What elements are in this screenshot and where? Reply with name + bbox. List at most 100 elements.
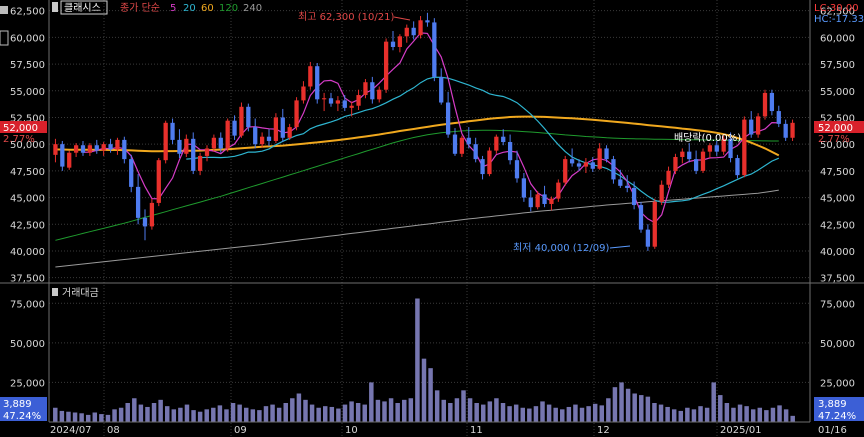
volume-bar [276, 407, 282, 422]
candle-body [218, 137, 223, 149]
volume-bar [112, 409, 117, 422]
volume-bar [362, 404, 367, 422]
volume-panel-title: 거래대금 [62, 287, 99, 299]
volume-bar [698, 406, 703, 422]
volume-bar [171, 409, 177, 422]
candle-body [142, 217, 148, 227]
candle-body [342, 100, 347, 108]
candle-body [321, 98, 327, 100]
price-tick-label-right: 60,000 [820, 33, 855, 44]
price-tick-label-right: 42,500 [820, 220, 855, 231]
volume-bar [441, 399, 446, 422]
volume-bar [619, 382, 624, 422]
candle-body [328, 98, 334, 104]
volume-bar [566, 406, 572, 422]
candle-body [335, 100, 341, 104]
candle-body [191, 138, 196, 171]
candle-body [184, 138, 189, 154]
volume-bar [237, 404, 242, 422]
volume-bar [586, 406, 591, 422]
volume-bar [349, 401, 354, 422]
candle-body [73, 145, 79, 153]
candle-body [459, 137, 465, 154]
volume-bar [461, 390, 466, 422]
volume-bar [790, 415, 795, 422]
volume-bar [329, 406, 335, 422]
high-annotation: 최고 62,300 (10/21) [298, 11, 394, 23]
price-tick-label-right: 40,000 [820, 247, 855, 258]
volume-bar [402, 399, 407, 422]
legend-ma5: 5 [170, 3, 176, 14]
candle-body [115, 139, 120, 150]
candle-body [129, 159, 134, 187]
candle-body [432, 22, 437, 77]
volume-bar [711, 382, 716, 422]
legend-ma-label: 종가 단순 [120, 2, 160, 14]
volume-bar [336, 408, 341, 422]
candle-body [211, 137, 217, 149]
volume-bar [197, 411, 203, 422]
price-tick-label-left: 40,000 [10, 247, 45, 258]
candle-body [259, 136, 265, 145]
volume-panel-square-icon [52, 288, 58, 296]
volume-bar [296, 393, 302, 422]
candle-body [687, 151, 692, 160]
volume-bar [211, 407, 216, 422]
volume-bar [704, 407, 710, 422]
candle-body [315, 66, 320, 100]
candle-body [308, 66, 313, 87]
candle-body [266, 136, 272, 141]
candle-body [611, 159, 616, 180]
candle-body [507, 142, 513, 161]
panel-menu-icon[interactable] [0, 6, 8, 14]
volume-badge-right: 3,889 47.24% [814, 397, 864, 422]
candle-body [253, 127, 258, 145]
x-tick-label: 12 [597, 425, 610, 436]
legend-stock-name[interactable]: 클래시스 [64, 2, 101, 14]
candle-body [776, 111, 781, 124]
candle-body [597, 148, 602, 169]
volume-bar [546, 404, 552, 422]
volume-bar [691, 409, 697, 422]
volume-bar [579, 407, 585, 422]
x-tick-label: 01/16 [818, 425, 847, 436]
candle-body [645, 229, 651, 247]
candle-body [514, 160, 520, 179]
volume-bar [145, 406, 150, 422]
candle-body [638, 205, 644, 230]
candle-body [487, 150, 492, 175]
candle-body [390, 41, 396, 47]
volume-bar [230, 403, 236, 422]
legend: 클래시스 종가 단순 5 20 60 120 240 [52, 0, 262, 15]
legend-square-icon [52, 2, 58, 12]
candle-body [569, 159, 575, 164]
hc-value: HC:-17.33 [814, 14, 864, 25]
candle-body [631, 187, 637, 206]
volume-bar [316, 407, 321, 422]
volume-tick-label-right: 25,000 [820, 378, 855, 389]
volume-bar [263, 406, 269, 422]
volume-bar [724, 403, 730, 422]
volume-tick-label-right: 75,000 [820, 299, 855, 310]
volume-bar [250, 409, 256, 422]
volume-bar [599, 405, 605, 422]
candle-body [232, 120, 237, 136]
candle-body [239, 106, 244, 136]
candle-body [521, 178, 527, 198]
volume-bar [454, 398, 460, 422]
candle-body [349, 105, 354, 108]
volume-bar [428, 368, 433, 422]
volume-bar [243, 407, 249, 422]
volume-bar [408, 398, 414, 422]
legend-ma120: 120 [219, 3, 238, 14]
price-badge-pct: 2.77% [3, 134, 35, 145]
candle-body [383, 41, 389, 90]
volume-tick-label-left: 50,000 [10, 339, 45, 350]
volume-badge-value: 3,889 [3, 399, 32, 410]
volume-bar [59, 410, 65, 422]
volume-bar [540, 401, 545, 422]
legend-ma60: 60 [201, 3, 214, 14]
volume-bar [72, 412, 78, 422]
volume-bar [645, 396, 651, 422]
volume-bar [382, 401, 387, 422]
